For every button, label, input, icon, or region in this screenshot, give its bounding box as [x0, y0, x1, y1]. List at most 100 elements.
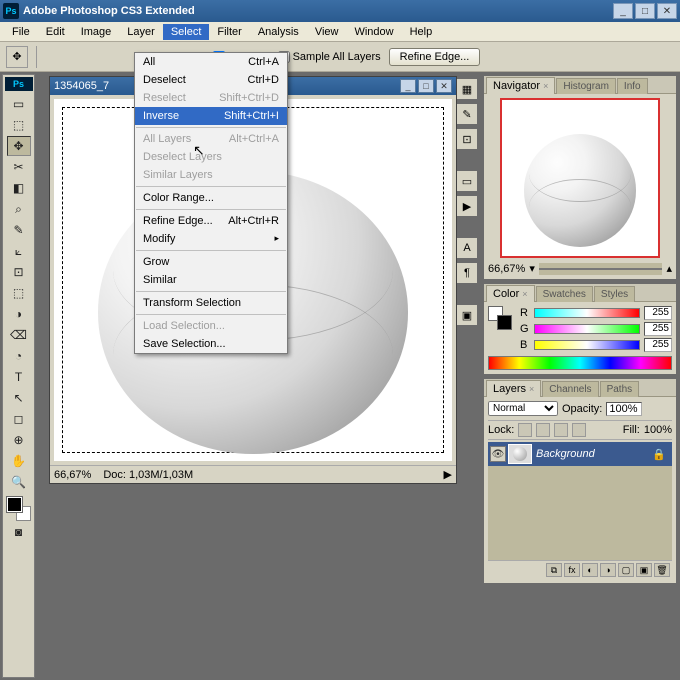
menu-window[interactable]: Window	[346, 24, 401, 40]
brush-panel-icon[interactable]: ✎	[456, 103, 478, 125]
spectrum-bar[interactable]	[488, 356, 672, 370]
menu-item-all[interactable]: AllCtrl+A	[135, 53, 287, 71]
mask-icon[interactable]: ◐	[582, 563, 598, 577]
tool-13[interactable]: T	[7, 367, 31, 387]
b-slider[interactable]	[534, 340, 640, 350]
tab-navigator[interactable]: Navigator×	[486, 77, 555, 94]
zoom-in-icon[interactable]: ▴	[666, 262, 672, 275]
actions-icon[interactable]: ▶	[456, 195, 478, 217]
trash-icon[interactable]: 🗑	[654, 563, 670, 577]
menu-item-save-selection-[interactable]: Save Selection...	[135, 335, 287, 353]
menu-file[interactable]: File	[4, 24, 38, 40]
navigator-thumbnail[interactable]	[500, 98, 660, 258]
menu-item-refine-edge-[interactable]: Refine Edge...Alt+Ctrl+R	[135, 212, 287, 230]
lock-pixels-icon[interactable]	[536, 423, 550, 437]
tab-paths[interactable]: Paths	[600, 381, 640, 397]
menu-item-grow[interactable]: Grow	[135, 253, 287, 271]
color-swatch[interactable]	[488, 306, 512, 330]
tool-2[interactable]: ✥	[7, 136, 31, 156]
menu-analysis[interactable]: Analysis	[250, 24, 307, 40]
tab-info[interactable]: Info	[617, 78, 648, 94]
paragraph-icon[interactable]: ¶	[456, 262, 478, 284]
r-value[interactable]: 255	[644, 306, 672, 320]
tab-swatches[interactable]: Swatches	[536, 286, 593, 302]
history-icon[interactable]: ▭	[456, 170, 478, 192]
folder-icon[interactable]: ▢	[618, 563, 634, 577]
layer-list[interactable]: 👁 Background 🔒	[488, 442, 672, 560]
tool-6[interactable]: ✎	[7, 220, 31, 240]
tool-5[interactable]: ⌕	[7, 199, 31, 219]
tool-3[interactable]: ✂	[7, 157, 31, 177]
tab-styles[interactable]: Styles	[594, 286, 635, 302]
tool-preset-icon[interactable]: ✥	[6, 46, 28, 68]
tab-histogram[interactable]: Histogram	[556, 78, 616, 94]
g-slider[interactable]	[534, 324, 640, 334]
fill-value[interactable]: 100%	[644, 424, 672, 436]
link-icon[interactable]: ⧉	[546, 563, 562, 577]
b-value[interactable]: 255	[644, 338, 672, 352]
menu-image[interactable]: Image	[73, 24, 120, 40]
tool-7[interactable]: ⟀	[7, 241, 31, 261]
menu-item-deselect[interactable]: DeselectCtrl+D	[135, 71, 287, 89]
menu-item-similar[interactable]: Similar	[135, 271, 287, 289]
new-layer-icon[interactable]: ▣	[636, 563, 652, 577]
layer-thumbnail[interactable]	[508, 444, 532, 464]
maximize-button[interactable]: □	[635, 3, 655, 19]
tab-layers[interactable]: Layers×	[486, 380, 541, 397]
menu-item-load-selection-: Load Selection...	[135, 317, 287, 335]
doc-maximize-button[interactable]: □	[418, 79, 434, 93]
g-value[interactable]: 255	[644, 322, 672, 336]
tab-color[interactable]: Color×	[486, 285, 535, 302]
color-swatches[interactable]	[7, 497, 31, 521]
menu-filter[interactable]: Filter	[209, 24, 249, 40]
menu-layer[interactable]: Layer	[119, 24, 163, 40]
tool-14[interactable]: ↖	[7, 388, 31, 408]
tool-0[interactable]: ▭	[7, 94, 31, 114]
lock-transparent-icon[interactable]	[518, 423, 532, 437]
menu-help[interactable]: Help	[402, 24, 441, 40]
tool-9[interactable]: ⬚	[7, 283, 31, 303]
menu-view[interactable]: View	[307, 24, 347, 40]
tool-16[interactable]: ⊕	[7, 430, 31, 450]
layer-row[interactable]: 👁 Background 🔒	[488, 442, 672, 466]
tool-12[interactable]: ◔	[7, 346, 31, 366]
lock-all-icon[interactable]	[572, 423, 586, 437]
quick-mask-icon[interactable]: ◙	[7, 522, 31, 542]
r-slider[interactable]	[534, 308, 640, 318]
visibility-icon[interactable]: 👁	[490, 446, 506, 462]
menu-item-color-range-[interactable]: Color Range...	[135, 189, 287, 207]
zoom-out-icon[interactable]: ▾	[529, 262, 535, 275]
tool-11[interactable]: ⌫	[7, 325, 31, 345]
close-button[interactable]: ✕	[657, 3, 677, 19]
menu-select[interactable]: Select	[163, 24, 210, 40]
character-icon[interactable]: A	[456, 237, 478, 259]
tool-1[interactable]: ⬚	[7, 115, 31, 135]
blend-mode-select[interactable]: Normal	[488, 401, 558, 416]
tool-4[interactable]: ◧	[7, 178, 31, 198]
tool-8[interactable]: ⊡	[7, 262, 31, 282]
menu-item-inverse[interactable]: InverseShift+Ctrl+I	[135, 107, 287, 125]
tool-18[interactable]: 🔍	[7, 472, 31, 492]
adjustment-icon[interactable]: ◑	[600, 563, 616, 577]
minimize-button[interactable]: _	[613, 3, 633, 19]
tool-10[interactable]: ◑	[7, 304, 31, 324]
tab-channels[interactable]: Channels	[542, 381, 598, 397]
fx-icon[interactable]: fx	[564, 563, 580, 577]
tool-17[interactable]: ✋	[7, 451, 31, 471]
sample-all-checkbox[interactable]: Sample All Layers	[278, 51, 381, 63]
bridge-icon[interactable]: ▦	[456, 78, 478, 100]
opacity-value[interactable]: 100%	[606, 402, 642, 416]
lock-position-icon[interactable]	[554, 423, 568, 437]
menu-item-transform-selection[interactable]: Transform Selection	[135, 294, 287, 312]
clone-panel-icon[interactable]: ⊡	[456, 128, 478, 150]
layer-name[interactable]: Background	[536, 448, 595, 460]
zoom-slider[interactable]	[539, 263, 663, 275]
menu-item-similar-layers: Similar Layers	[135, 166, 287, 184]
doc-minimize-button[interactable]: _	[400, 79, 416, 93]
menu-item-modify[interactable]: Modify	[135, 230, 287, 248]
refine-edge-button[interactable]: Refine Edge...	[389, 48, 481, 66]
doc-close-button[interactable]: ✕	[436, 79, 452, 93]
layer-comps-icon[interactable]: ▣	[456, 304, 478, 326]
menu-edit[interactable]: Edit	[38, 24, 73, 40]
tool-15[interactable]: ◻	[7, 409, 31, 429]
